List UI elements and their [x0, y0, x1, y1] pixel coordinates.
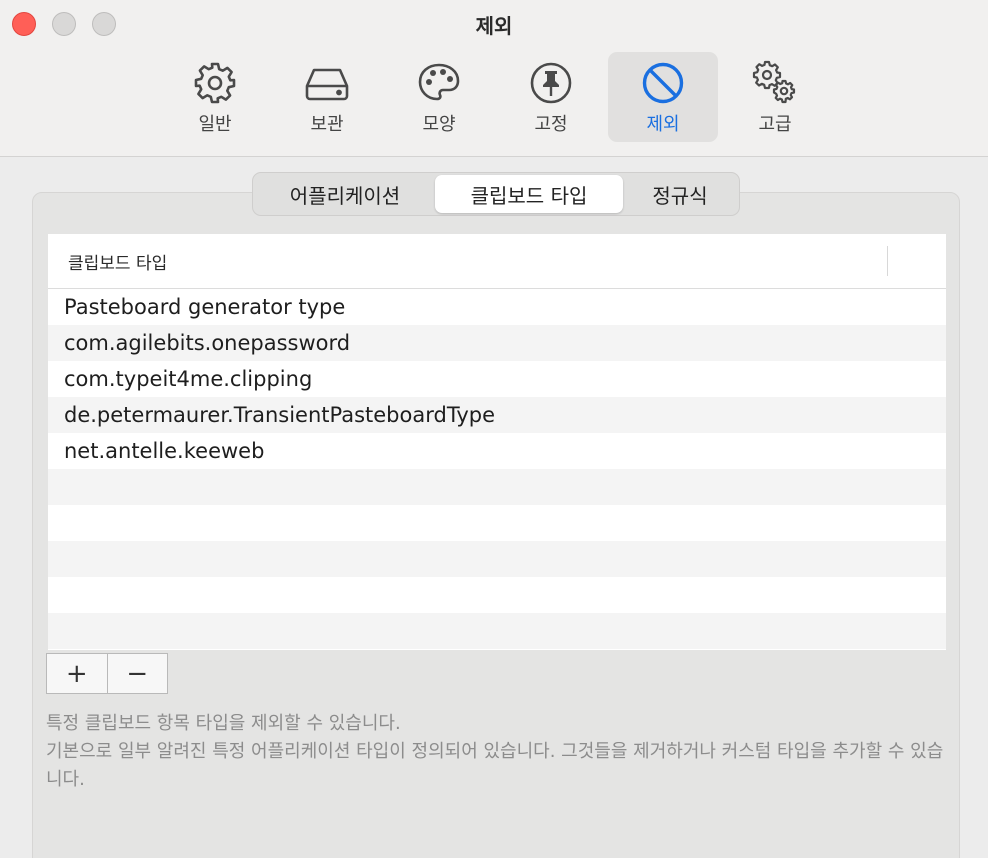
tab-applications[interactable]: 어플리케이션 [255, 175, 435, 213]
tab-ignore-label: 제외 [646, 114, 680, 135]
gear-icon [194, 62, 236, 104]
table-row[interactable]: de.petermaurer.TransientPasteboardType [48, 397, 946, 433]
empty-row [48, 469, 946, 505]
table-row[interactable]: net.antelle.keeweb [48, 433, 946, 469]
window-title: 제외 [475, 14, 513, 38]
tab-general[interactable]: 일반 [160, 52, 270, 142]
pin-icon [530, 62, 572, 104]
tab-general-label: 일반 [198, 114, 232, 135]
tab-advanced[interactable]: 고급 [720, 52, 830, 142]
drive-icon [305, 68, 349, 101]
table-row[interactable]: Pasteboard generator type [48, 289, 946, 325]
palette-icon [418, 63, 460, 101]
add-button[interactable]: + [47, 654, 107, 693]
title-bar: 제외 일반 보관 모양 고정 제외 고급 [0, 0, 988, 157]
gears-icon [752, 60, 796, 104]
remove-button[interactable]: − [107, 654, 167, 693]
description-text: 특정 클립보드 항목 타입을 제외할 수 있습니다. 기본으로 일부 알려진 특… [46, 710, 946, 794]
tab-advanced-label: 고급 [758, 114, 792, 135]
clipboard-types-table: 클립보드 타입 Pasteboard generator type com.ag… [48, 234, 946, 650]
tab-pins[interactable]: 고정 [496, 52, 606, 142]
empty-row [48, 577, 946, 613]
tab-pins-label: 고정 [534, 114, 568, 135]
column-header-clipboard-type[interactable]: 클립보드 타입 [48, 249, 167, 274]
preferences-toolbar: 일반 보관 모양 고정 제외 고급 [160, 52, 830, 142]
segmented-control: 어플리케이션 클립보드 타입 정규식 [252, 172, 740, 216]
table-row[interactable]: com.typeit4me.clipping [48, 361, 946, 397]
prohibited-icon [642, 62, 684, 104]
table-header: 클립보드 타입 [48, 234, 946, 289]
tab-ignore[interactable]: 제외 [608, 52, 718, 142]
description-line-2: 기본으로 일부 알려진 특정 어플리케이션 타입이 정의되어 있습니다. 그것들… [46, 741, 944, 790]
description-line-1: 특정 클립보드 항목 타입을 제외할 수 있습니다. [46, 713, 401, 734]
tab-storage-label: 보관 [310, 114, 344, 135]
empty-row [48, 541, 946, 577]
tab-appearance[interactable]: 모양 [384, 52, 494, 142]
empty-row [48, 505, 946, 541]
column-divider [887, 246, 888, 276]
tab-clipboard-types[interactable]: 클립보드 타입 [435, 175, 623, 213]
add-remove-buttons: + − [46, 653, 168, 694]
table-row[interactable]: com.agilebits.onepassword [48, 325, 946, 361]
tab-regex[interactable]: 정규식 [623, 175, 737, 213]
tab-storage[interactable]: 보관 [272, 52, 382, 142]
empty-row [48, 613, 946, 649]
tab-appearance-label: 모양 [422, 114, 456, 135]
